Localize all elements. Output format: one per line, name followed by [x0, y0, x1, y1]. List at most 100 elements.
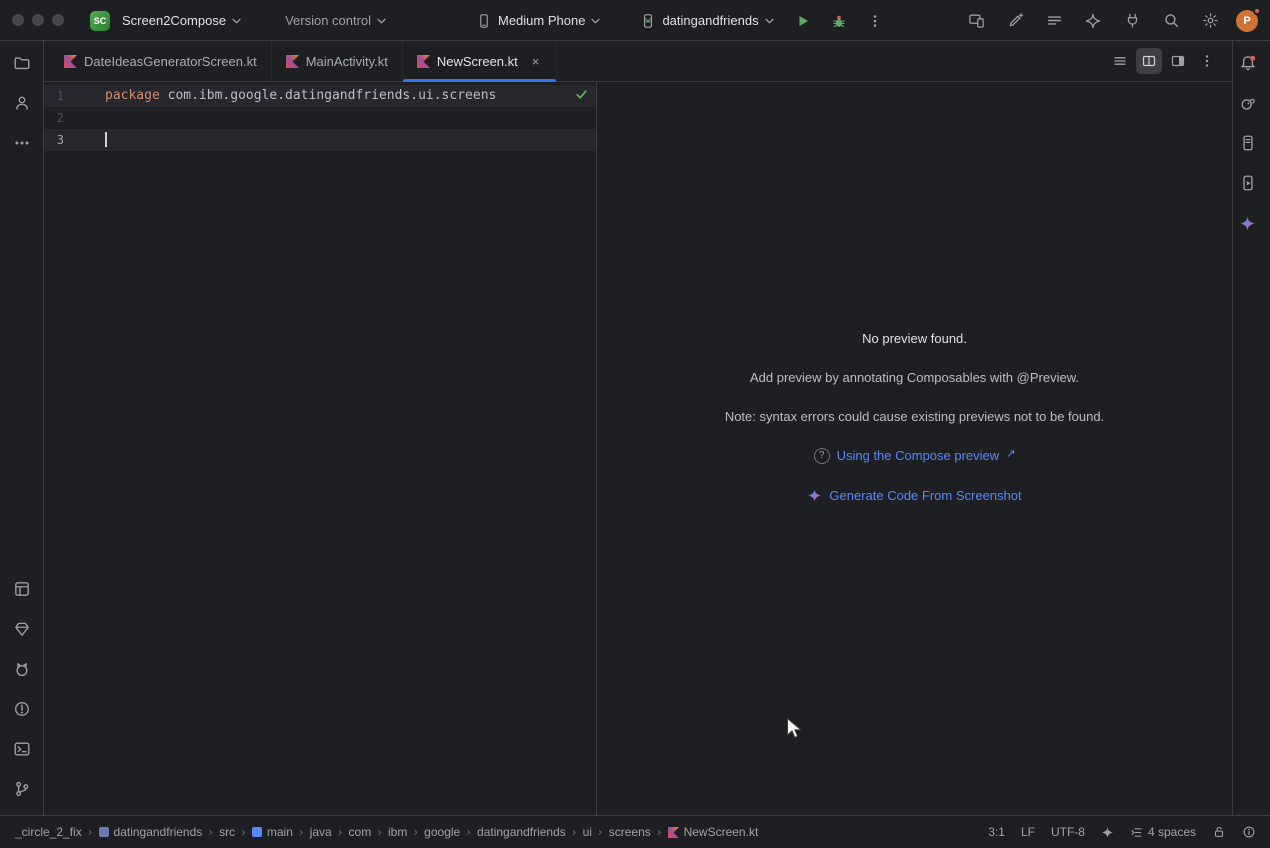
- settings-button[interactable]: [1197, 8, 1223, 34]
- breadcrumb-item[interactable]: ibm: [385, 823, 410, 841]
- code-text[interactable]: package com.ibm.google.datingandfriends.…: [64, 85, 496, 107]
- tab-mainactivity[interactable]: MainActivity.kt: [272, 41, 403, 81]
- line-number[interactable]: 3: [44, 129, 64, 151]
- code-text[interactable]: [64, 107, 105, 129]
- breadcrumb-item[interactable]: datingandfriends: [474, 823, 569, 841]
- layout-inspector-icon: [13, 580, 31, 598]
- generate-code-from-screenshot-link[interactable]: Generate Code From Screenshot: [807, 488, 1021, 503]
- project-tool-button[interactable]: [8, 49, 36, 77]
- breadcrumb-label: ui: [583, 825, 592, 839]
- debug-button[interactable]: [826, 8, 852, 34]
- code-line-2[interactable]: 2: [44, 107, 596, 129]
- layout-inspector-button[interactable]: [8, 575, 36, 603]
- close-window-button[interactable]: [12, 14, 24, 26]
- terminal-button[interactable]: [8, 735, 36, 763]
- breadcrumb-item[interactable]: datingandfriends: [96, 823, 206, 841]
- logcat-button[interactable]: [8, 655, 36, 683]
- docs-link-label: Using the Compose preview: [837, 448, 1000, 463]
- close-tab-button[interactable]: ×: [529, 54, 543, 69]
- problems-icon: [13, 700, 31, 718]
- search-everywhere-button[interactable]: [1158, 8, 1184, 34]
- info-button[interactable]: [1242, 825, 1256, 839]
- tab-dateideasgeneratorscreen[interactable]: DateIdeasGeneratorScreen.kt: [50, 41, 272, 81]
- line-number[interactable]: 2: [44, 107, 64, 129]
- device-selector[interactable]: Medium Phone: [470, 9, 606, 33]
- encoding-widget[interactable]: UTF-8: [1051, 825, 1085, 839]
- debug-bug-icon: [831, 13, 847, 29]
- device-explorer-button[interactable]: [1234, 129, 1262, 157]
- tab-label: DateIdeasGeneratorScreen.kt: [84, 54, 257, 69]
- editor-list-button[interactable]: [1107, 48, 1133, 74]
- commit-tool-button[interactable]: [8, 89, 36, 117]
- module-icon: [99, 827, 109, 837]
- gemini-tool-button[interactable]: [1234, 209, 1262, 237]
- task-list-icon: [1046, 12, 1063, 29]
- breadcrumb-item[interactable]: com: [346, 823, 375, 841]
- code-line-3[interactable]: 3: [44, 129, 596, 151]
- editor-more-options-button[interactable]: [1194, 48, 1220, 74]
- breadcrumb-item[interactable]: java: [307, 823, 335, 841]
- inspections-widget[interactable]: [575, 88, 588, 101]
- breadcrumb-label: main: [267, 825, 293, 839]
- code-line-1[interactable]: 1 package com.ibm.google.datingandfriend…: [44, 85, 596, 107]
- indent-widget[interactable]: 4 spaces: [1130, 825, 1196, 839]
- problems-button[interactable]: [8, 695, 36, 723]
- caret-position-widget[interactable]: 3:1: [988, 825, 1005, 839]
- run-configuration-selector[interactable]: datingandfriends: [634, 9, 779, 33]
- gemini-button[interactable]: [1080, 8, 1106, 34]
- chevron-down-icon: [591, 18, 600, 24]
- compose-preview-docs-link[interactable]: ? Using the Compose preview ↗: [814, 448, 1016, 464]
- avatar-initial: P: [1243, 15, 1250, 27]
- line-number[interactable]: 1: [44, 85, 64, 107]
- split-editor-button[interactable]: [1136, 48, 1162, 74]
- project-selector[interactable]: Screen2Compose: [116, 9, 247, 32]
- folder-icon: [13, 54, 31, 72]
- running-devices-button[interactable]: [1234, 169, 1262, 197]
- breadcrumb-item[interactable]: src: [216, 823, 238, 841]
- version-control-label: Version control: [285, 13, 371, 28]
- tab-bar-actions: [1107, 41, 1232, 81]
- device-mirror-button[interactable]: [963, 8, 989, 34]
- chevron-right-icon: ›: [299, 825, 304, 839]
- chevron-right-icon: ›: [572, 825, 577, 839]
- running-devices-icon: [1239, 174, 1257, 192]
- right-tool-stripe: [1232, 41, 1262, 815]
- breadcrumb-item[interactable]: main: [249, 823, 296, 841]
- phone-icon: [476, 13, 492, 29]
- profile-avatar[interactable]: P: [1236, 10, 1258, 32]
- preview-message-hint: Add preview by annotating Composables wi…: [750, 370, 1079, 385]
- breadcrumb-item[interactable]: screens: [606, 823, 654, 841]
- line-separator-widget[interactable]: LF: [1021, 825, 1035, 839]
- zoom-window-button[interactable]: [52, 14, 64, 26]
- file-lock-button[interactable]: [1212, 825, 1226, 839]
- chevron-right-icon: ›: [208, 825, 213, 839]
- app-insights-button[interactable]: [8, 615, 36, 643]
- chevron-right-icon: ›: [413, 825, 418, 839]
- breadcrumb-item[interactable]: google: [421, 823, 463, 841]
- more-run-options-button[interactable]: [862, 8, 888, 34]
- breadcrumb-item[interactable]: ui: [580, 823, 595, 841]
- ai-status-button[interactable]: [1101, 826, 1114, 839]
- notifications-button[interactable]: [1234, 49, 1262, 77]
- compose-preview-panel: No preview found. Add preview by annotat…: [597, 82, 1232, 815]
- code-text[interactable]: [64, 129, 107, 151]
- preview-layout-button[interactable]: [1165, 48, 1191, 74]
- ai-actions-button[interactable]: [1002, 8, 1028, 34]
- gradle-button[interactable]: [1234, 89, 1262, 117]
- breadcrumb-item[interactable]: _circle_2_fix: [12, 823, 85, 841]
- chevron-right-icon: ›: [657, 825, 662, 839]
- minimize-window-button[interactable]: [32, 14, 44, 26]
- breadcrumb-item[interactable]: NewScreen.kt: [665, 823, 762, 841]
- kotlin-file-icon: [286, 55, 299, 68]
- code-editor[interactable]: 1 package com.ibm.google.datingandfriend…: [44, 82, 596, 815]
- task-list-button[interactable]: [1041, 8, 1067, 34]
- more-tool-windows-button[interactable]: [8, 129, 36, 157]
- kotlin-file-icon: [668, 827, 679, 838]
- chevron-down-icon: [377, 18, 386, 24]
- version-control-tool-button[interactable]: [8, 775, 36, 803]
- pair-device-button[interactable]: [1119, 8, 1145, 34]
- tab-newscreen[interactable]: NewScreen.kt ×: [403, 41, 558, 81]
- source-root-icon: [252, 827, 262, 837]
- run-button[interactable]: [790, 8, 816, 34]
- version-control-selector[interactable]: Version control: [279, 9, 392, 32]
